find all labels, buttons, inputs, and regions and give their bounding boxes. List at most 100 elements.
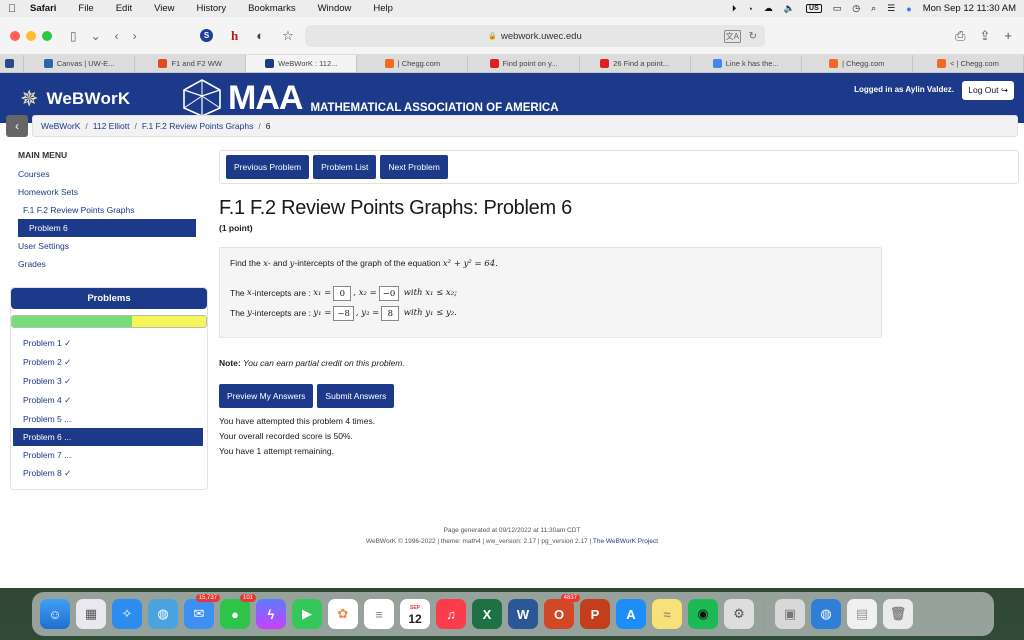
downloads-stack-icon[interactable]: ▤ — [847, 599, 877, 629]
browser-tab[interactable]: 26 Find a point... — [580, 55, 691, 72]
translate-icon[interactable]: 文A — [723, 29, 741, 43]
input-source-badge[interactable]: US — [806, 4, 822, 13]
extension-s-icon[interactable]: S — [200, 29, 213, 42]
messenger-icon[interactable]: ϟ — [256, 599, 286, 629]
browser-tab[interactable]: | Chegg.com — [357, 55, 469, 72]
menu-history[interactable]: History — [197, 3, 227, 14]
mail-icon[interactable]: ✉ 15,737 — [184, 594, 220, 629]
breadcrumb-set[interactable]: F.1 F.2 Review Points Graphs — [142, 121, 254, 131]
sidebar-toggle-icon[interactable]: ▯ — [70, 29, 77, 43]
launchpad-icon[interactable]: ▦ — [76, 599, 106, 629]
messages-icon[interactable]: ● 101 — [220, 594, 256, 629]
system-globe-icon[interactable]: ◍ — [148, 599, 178, 629]
shield-icon[interactable]: ◐ — [256, 28, 264, 43]
office-icon[interactable]: O 4837 — [544, 594, 580, 629]
sidebar-item-courses[interactable]: Courses — [10, 165, 208, 183]
app-store-icon[interactable]: A — [616, 599, 646, 629]
menu-view[interactable]: View — [154, 3, 174, 14]
y2-answer-input[interactable]: 8 — [381, 305, 400, 321]
problem-list-item[interactable]: Problem 1 ✓ — [11, 334, 207, 353]
browser-tab[interactable] — [0, 55, 24, 72]
stickies-icon[interactable]: ≈ — [652, 599, 682, 629]
share-icon[interactable]: ⇪ — [980, 28, 991, 44]
sidebar-item-grades[interactable]: Grades — [10, 255, 208, 273]
browser-tab[interactable]: Canvas | UW-E... — [24, 55, 136, 72]
siri-icon[interactable]: ● — [906, 4, 911, 14]
cloud-icon[interactable]: ☁ — [764, 3, 773, 14]
problem-list-item[interactable]: Problem 5 ... — [11, 410, 207, 428]
browser-globe-icon[interactable]: ◍ — [811, 599, 841, 629]
system-preferences-icon[interactable]: ⚙ — [724, 599, 754, 629]
browser-tab[interactable]: | Chegg.com — [802, 55, 913, 72]
sidebar-item-current-problem[interactable]: Problem 6 — [18, 219, 196, 237]
breadcrumb-webwork[interactable]: WeBWorK — [41, 121, 80, 131]
extension-h-icon[interactable]: h — [231, 28, 238, 44]
battery-icon[interactable]: ▭ — [833, 3, 842, 14]
spotlight-icon[interactable]: ⌕ — [871, 3, 876, 14]
browser-tab[interactable]: Line k has the... — [691, 55, 802, 72]
address-bar[interactable]: 🔒 webwork.uwec.edu 文A ↻ — [305, 25, 765, 47]
print-icon[interactable]: ⎙ — [955, 28, 965, 44]
safari-icon[interactable]: ✧ — [112, 599, 142, 629]
preview-thumbnail-icon[interactable]: ▣ — [775, 599, 805, 629]
breadcrumb-course[interactable]: 112 Elliott — [93, 121, 130, 131]
x1-answer-input[interactable]: 0 — [333, 285, 352, 301]
menu-help[interactable]: Help — [373, 3, 393, 14]
wifi-icon[interactable]: ◔ — [747, 4, 752, 14]
menu-bookmarks[interactable]: Bookmarks — [248, 3, 296, 14]
minimize-window-icon[interactable] — [26, 30, 36, 41]
logout-button[interactable]: Log Out ↪ — [962, 81, 1014, 100]
apple-icon[interactable]:  — [8, 3, 20, 15]
problem-list-item[interactable]: Problem 2 ✓ — [11, 353, 207, 372]
problem-list-button[interactable]: Problem List — [313, 155, 377, 179]
menu-edit[interactable]: Edit — [116, 3, 132, 14]
forward-icon[interactable]: › — [133, 29, 137, 43]
problem-list-item[interactable]: Problem 3 ✓ — [11, 372, 207, 391]
webwork-logo[interactable]: ✵ WeBWorK — [20, 86, 130, 112]
powerpoint-icon[interactable]: P — [580, 599, 610, 629]
menu-file[interactable]: File — [78, 3, 93, 14]
problem-list-item[interactable]: Problem 8 ✓ — [11, 464, 207, 483]
close-window-icon[interactable] — [10, 30, 20, 41]
notes-icon[interactable]: ≡ — [364, 599, 394, 629]
calendar-icon[interactable]: SEP 12 — [400, 599, 430, 629]
y1-answer-input[interactable]: −8 — [333, 305, 354, 321]
photos-icon[interactable]: ✿ — [328, 599, 358, 629]
menu-window[interactable]: Window — [318, 3, 352, 14]
clock-icon[interactable]: ◷ — [852, 3, 860, 14]
star-icon[interactable]: ☆ — [282, 28, 294, 44]
browser-tab[interactable]: Find point on y... — [468, 55, 580, 72]
sidebar-item-user-settings[interactable]: User Settings — [10, 237, 208, 255]
browser-tab[interactable]: F1 and F2 WW — [135, 55, 247, 72]
zoom-window-icon[interactable] — [42, 30, 52, 41]
control-center-icon[interactable]: ☰ — [887, 3, 895, 14]
x2-answer-input[interactable]: −0 — [378, 285, 400, 301]
word-icon[interactable]: W — [508, 599, 538, 629]
problem-list-item[interactable]: Problem 6 ... — [13, 428, 203, 446]
volume-icon[interactable]: 🔈 — [784, 3, 795, 14]
problem-list-item[interactable]: Problem 7 ... — [11, 446, 207, 464]
browser-tab[interactable]: < | Chegg.com — [913, 55, 1024, 72]
music-icon[interactable]: ♫ — [436, 599, 466, 629]
menu-safari[interactable]: Safari — [30, 3, 56, 14]
finder-icon[interactable]: ☺ — [40, 599, 70, 629]
previous-problem-button[interactable]: Previous Problem — [226, 155, 310, 179]
next-problem-button[interactable]: Next Problem — [380, 155, 448, 179]
submit-answers-button[interactable]: Submit Answers — [317, 384, 395, 408]
play-icon[interactable]: ⏵ — [732, 3, 737, 14]
spotify-icon[interactable]: ◉ — [688, 599, 718, 629]
chevron-down-icon[interactable]: ⌄ — [91, 29, 101, 43]
excel-icon[interactable]: X — [472, 599, 502, 629]
sidebar-item-current-set[interactable]: F.1 F.2 Review Points Graphs — [10, 201, 208, 219]
sidebar-item-homework-sets[interactable]: Homework Sets — [10, 183, 208, 201]
reload-icon[interactable]: ↻ — [749, 31, 757, 42]
back-icon[interactable]: ‹ — [115, 29, 119, 43]
preview-answers-button[interactable]: Preview My Answers — [219, 384, 314, 408]
breadcrumb-back-button[interactable]: ‹ — [6, 115, 28, 137]
problem-list-item[interactable]: Problem 4 ✓ — [11, 391, 207, 410]
new-tab-icon[interactable]: + — [1004, 28, 1012, 44]
trash-icon[interactable]: 🗑 — [883, 599, 913, 629]
footer-project-link[interactable]: The WeBWorK Project — [593, 538, 658, 545]
menubar-clock[interactable]: Mon Sep 12 11:30 AM — [923, 3, 1016, 14]
browser-tab[interactable]: WeBWorK : 112... — [246, 55, 358, 72]
